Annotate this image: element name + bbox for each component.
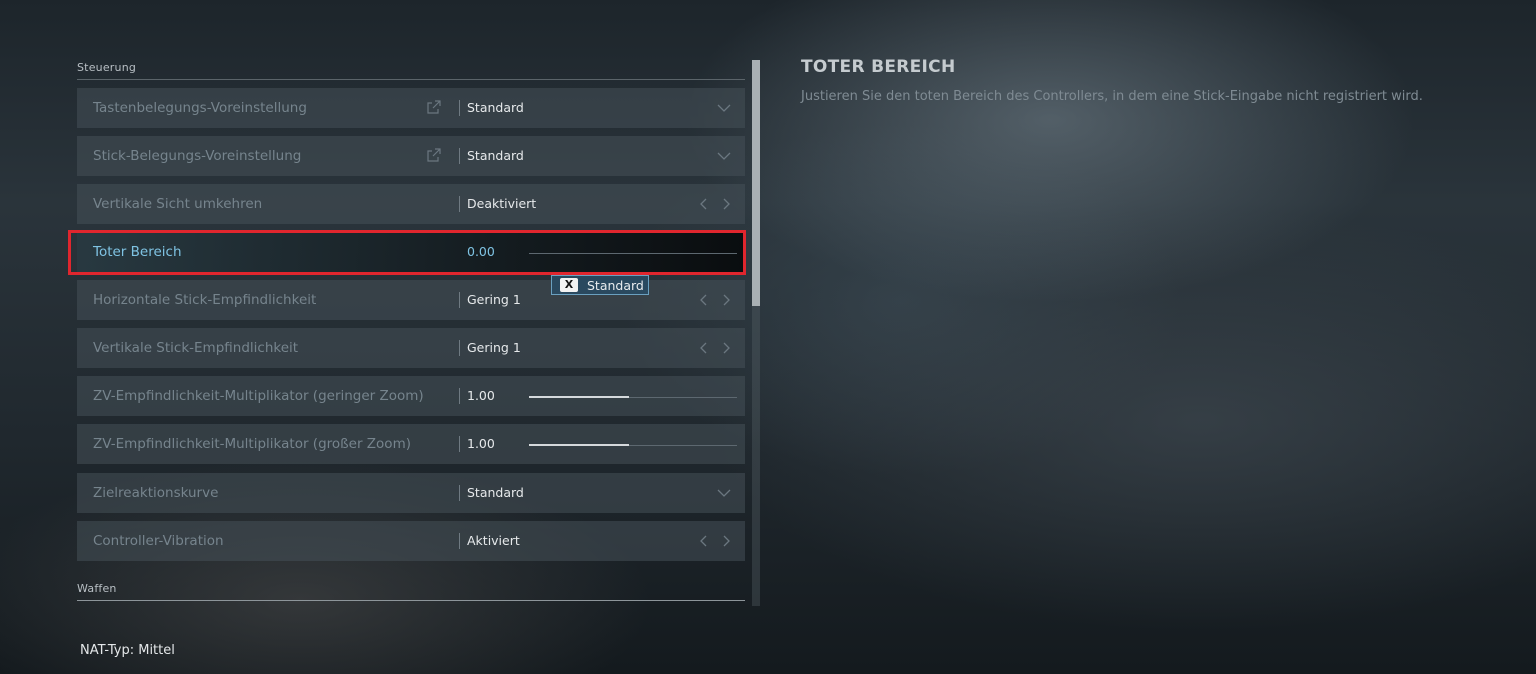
setting-value: Aktiviert [467,533,520,548]
left-right-arrows-icon[interactable] [699,293,731,307]
slider-fill [529,444,629,446]
setting-row-key-preset[interactable]: Tastenbelegungs-Voreinstellung Standard [77,88,745,128]
setting-label: Vertikale Stick-Empfindlichkeit [93,340,299,356]
setting-row-invert-vertical[interactable]: Vertikale Sicht umkehren Deaktiviert [77,184,745,224]
section-divider [77,79,745,80]
section-divider [77,600,745,601]
value-separator [459,436,460,452]
setting-value: 1.00 [467,388,495,403]
setting-label: ZV-Empfindlichkeit-Multiplikator (gering… [93,388,424,404]
left-right-arrows-icon[interactable] [699,534,731,548]
chevron-down-icon[interactable] [717,149,731,163]
value-separator [459,196,460,212]
value-separator [459,100,460,116]
setting-value: Gering 1 [467,340,521,355]
value-separator [459,340,460,356]
setting-value: Gering 1 [467,292,521,307]
setting-value: Standard [467,148,524,163]
value-separator [459,292,460,308]
section-title-controls: Steuerung [77,61,137,74]
info-description: Justieren Sie den toten Bereich des Cont… [801,89,1423,104]
setting-label: Zielreaktionskurve [93,485,219,501]
reset-default-tooltip[interactable]: X Standard [551,275,649,295]
external-link-icon[interactable] [427,148,441,162]
setting-row-ads-high-zoom[interactable]: ZV-Empfindlichkeit-Multiplikator (großer… [77,424,745,464]
info-title: TOTER BEREICH [801,57,956,77]
selection-highlight-box [68,230,746,275]
setting-value: Standard [467,100,524,115]
setting-row-ads-low-zoom[interactable]: ZV-Empfindlichkeit-Multiplikator (gering… [77,376,745,416]
setting-label: Tastenbelegungs-Voreinstellung [93,100,307,116]
setting-value: 1.00 [467,436,495,451]
chevron-down-icon[interactable] [717,486,731,500]
value-separator [459,485,460,501]
external-link-icon[interactable] [427,100,441,114]
setting-row-aim-response-curve[interactable]: Zielreaktionskurve Standard [77,473,745,513]
section-title-weapons[interactable]: Waffen [77,582,117,595]
setting-row-vertical-sensitivity[interactable]: Vertikale Stick-Empfindlichkeit Gering 1 [77,328,745,368]
left-right-arrows-icon[interactable] [699,197,731,211]
slider-track[interactable] [529,444,737,446]
setting-label: Controller-Vibration [93,533,224,549]
value-separator [459,388,460,404]
scrollbar[interactable] [752,60,760,606]
setting-label: Horizontale Stick-Empfindlichkeit [93,292,317,308]
setting-label: Vertikale Sicht umkehren [93,196,263,212]
setting-row-controller-vibration[interactable]: Controller-Vibration Aktiviert [77,521,745,561]
setting-row-stick-preset[interactable]: Stick-Belegungs-Voreinstellung Standard [77,136,745,176]
slider-fill [529,396,629,398]
setting-value: Standard [467,485,524,500]
setting-value: Deaktiviert [467,196,537,211]
value-separator [459,148,460,164]
chevron-down-icon[interactable] [717,101,731,115]
setting-label: Stick-Belegungs-Voreinstellung [93,148,302,164]
left-right-arrows-icon[interactable] [699,341,731,355]
nat-type-status: NAT-Typ: Mittel [80,643,175,658]
scrollbar-thumb[interactable] [752,60,760,306]
setting-label: ZV-Empfindlichkeit-Multiplikator (großer… [93,436,411,452]
tooltip-label: Standard [587,277,644,293]
slider-track[interactable] [529,396,737,398]
x-button-icon: X [560,278,578,292]
value-separator [459,533,460,549]
